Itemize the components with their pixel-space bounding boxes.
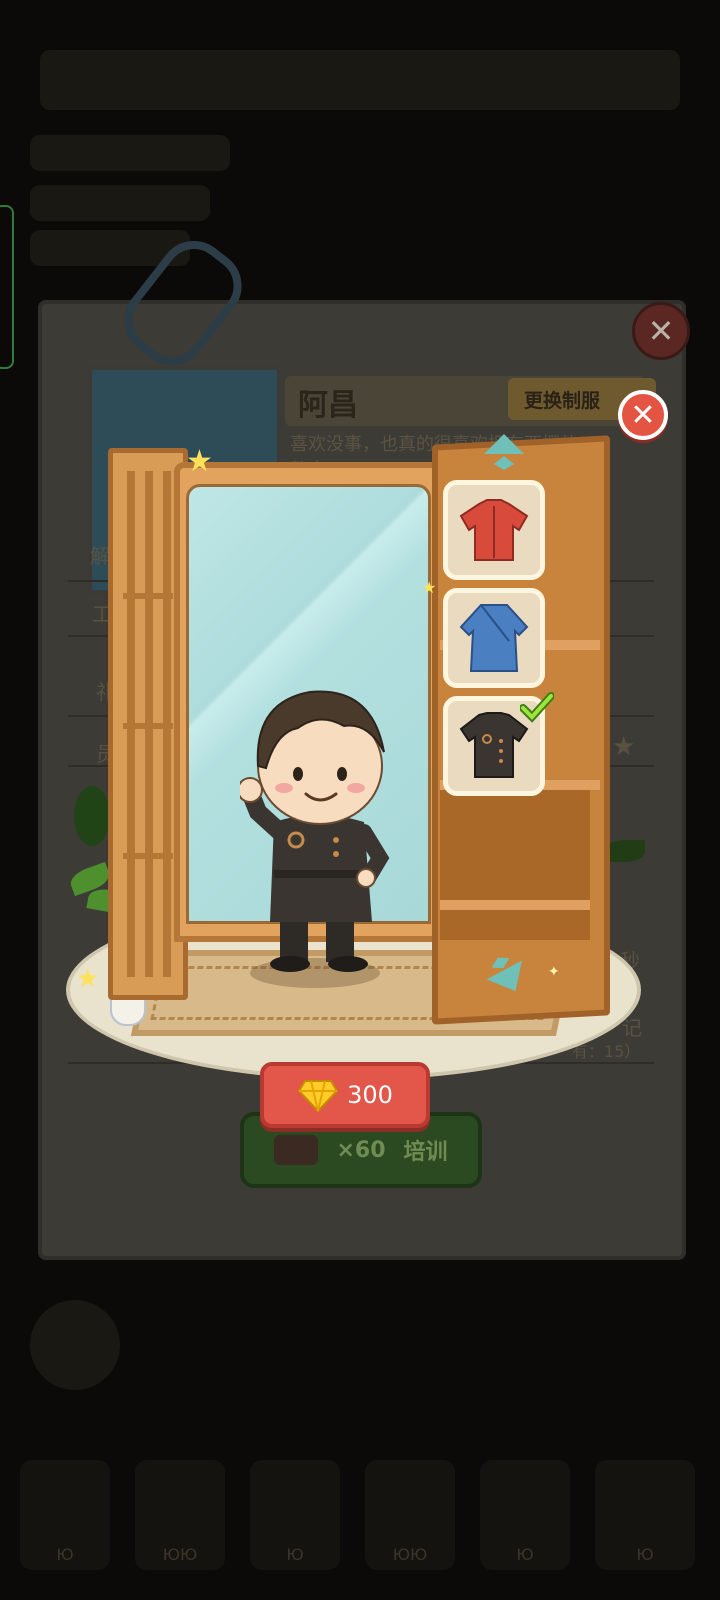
selected-check-icon — [520, 692, 554, 723]
bottom-nav-label: ЮЮ — [392, 1545, 428, 1564]
outfit-slot-blue-robe[interactable] — [443, 588, 545, 688]
card-close-icon[interactable]: ✕ — [632, 302, 690, 360]
close-icon: ✕ — [630, 397, 656, 433]
book-icon — [274, 1135, 319, 1165]
side-tab[interactable] — [0, 205, 14, 369]
bottom-nav-item: Ю — [595, 1460, 695, 1570]
outfit-price: 300 — [347, 1081, 393, 1109]
outfit-slot-red-shirt[interactable] — [443, 480, 545, 580]
sparkle-icon: ★ — [422, 578, 437, 597]
top-resource-bar — [40, 50, 680, 110]
bottom-nav-item: ЮЮ — [365, 1460, 455, 1570]
sparkle-icon: ✦ — [548, 964, 560, 980]
bottom-nav-item: Ю — [480, 1460, 570, 1570]
sparkle-icon: ★ — [76, 964, 100, 994]
bottom-nav-label: Ю — [516, 1545, 534, 1564]
staff-name: 阿昌 — [298, 388, 358, 423]
buy-outfit-button[interactable]: 300 — [260, 1062, 430, 1128]
background-round-button — [30, 1300, 120, 1390]
dim-plant — [74, 786, 110, 846]
background-stat-row — [30, 135, 230, 171]
gem-icon — [297, 1080, 339, 1113]
character-avatar — [240, 690, 390, 972]
stat-label: 解 — [90, 544, 110, 568]
bottom-nav-label: Ю — [56, 1545, 74, 1564]
blue-robe-icon — [459, 604, 529, 672]
bottom-nav-item: Ю — [20, 1460, 110, 1570]
train-label: 培训 — [403, 1140, 448, 1165]
bottom-nav-label: ЮЮ — [162, 1545, 198, 1564]
dim-plant-leaf — [605, 840, 645, 862]
bottom-nav-label: Ю — [636, 1545, 654, 1564]
bottom-nav-item: ЮЮ — [135, 1460, 225, 1570]
cabinet-lower-panel — [440, 790, 590, 940]
star-icon: ★ — [612, 732, 636, 762]
scroll-up-arrow-icon[interactable] — [480, 428, 528, 472]
train-cost: ×60 — [336, 1137, 386, 1163]
bottom-nav-item: Ю — [250, 1460, 340, 1570]
sparkle-icon: ★ — [186, 444, 213, 479]
background-stat-row — [30, 185, 210, 221]
bottom-nav-label: Ю — [286, 1545, 304, 1564]
red-shirt-icon — [459, 499, 529, 561]
wardrobe-close-button[interactable]: ✕ — [618, 390, 668, 440]
shelf — [440, 900, 590, 910]
